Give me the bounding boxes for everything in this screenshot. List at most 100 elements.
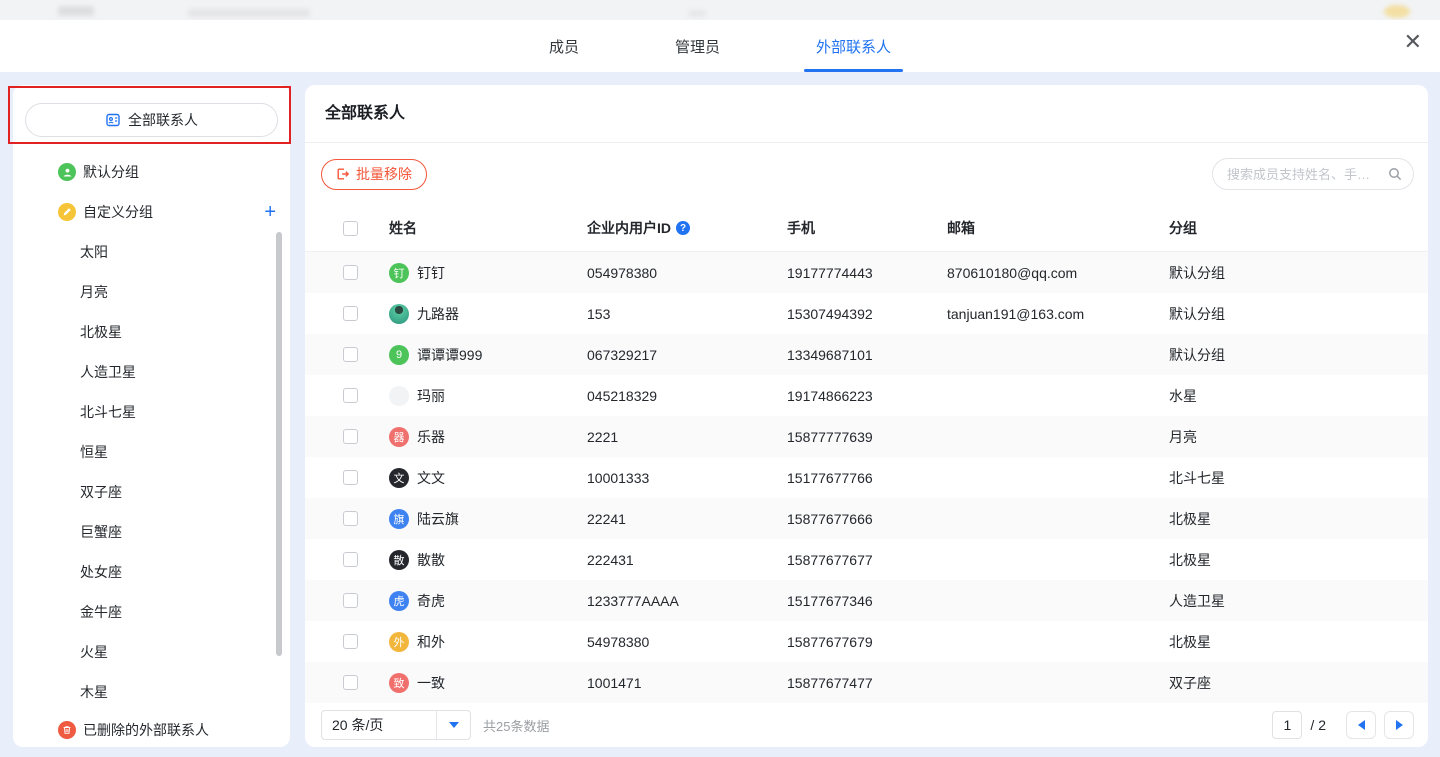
- contact-name-cell: 旗 陆云旗: [389, 509, 587, 529]
- tab-admins[interactable]: 管理员: [673, 20, 722, 72]
- table-row[interactable]: 文 文文 10001333 15177677766 北斗七星: [305, 457, 1428, 498]
- row-checkbox[interactable]: [343, 552, 358, 567]
- sidebar-item-group[interactable]: 月亮: [13, 272, 290, 312]
- sidebar-item-group[interactable]: 木星: [13, 672, 290, 712]
- table-row[interactable]: 散 散散 222431 15877677677 北极星: [305, 539, 1428, 580]
- sidebar-item-group[interactable]: 北斗七星: [13, 392, 290, 432]
- sidebar-item-group[interactable]: 巨蟹座: [13, 512, 290, 552]
- row-checkbox[interactable]: [343, 593, 358, 608]
- avatar: 9: [389, 345, 409, 365]
- sidebar-item-group[interactable]: 双子座: [13, 472, 290, 512]
- page-size-select[interactable]: 20 条/页: [321, 710, 471, 740]
- contact-group: 月亮: [1169, 427, 1428, 447]
- select-all-checkbox[interactable]: [343, 221, 358, 236]
- sidebar-item-group[interactable]: 处女座: [13, 552, 290, 592]
- sidebar-scrollbar[interactable]: [276, 232, 282, 656]
- sidebar-item-group[interactable]: 火星: [13, 632, 290, 672]
- page-number-input[interactable]: [1272, 711, 1302, 739]
- row-checkbox[interactable]: [343, 675, 358, 690]
- table-body: 钉 钉钉 054978380 19177774443 870610180@qq.…: [305, 252, 1428, 703]
- row-checkbox[interactable]: [343, 306, 358, 321]
- sidebar-item-group[interactable]: 人造卫星: [13, 352, 290, 392]
- sidebar-item-label: 巨蟹座: [80, 522, 122, 542]
- chevron-down-icon: [449, 722, 459, 728]
- row-checkbox[interactable]: [343, 347, 358, 362]
- contact-userid: 54978380: [587, 634, 787, 650]
- background-ghost: [188, 9, 310, 17]
- contact-userid: 1233777AAAA: [587, 593, 787, 609]
- table-row[interactable]: 致 一致 1001471 15877677477 双子座: [305, 662, 1428, 703]
- row-checkbox[interactable]: [343, 511, 358, 526]
- contact-phone: 15177677346: [787, 593, 947, 609]
- tab-external-contacts[interactable]: 外部联系人: [814, 20, 893, 72]
- column-header-name: 姓名: [389, 218, 587, 238]
- contact-phone: 15877677477: [787, 675, 947, 691]
- contact-phone: 15877677666: [787, 511, 947, 527]
- sidebar-item-group[interactable]: 恒星: [13, 432, 290, 472]
- column-header-group: 分组: [1169, 218, 1428, 238]
- sidebar-item-label: 自定义分组: [83, 202, 153, 222]
- contact-name: 一致: [417, 673, 445, 693]
- sidebar-item-group[interactable]: 金牛座: [13, 592, 290, 632]
- contact-phone: 19177774443: [787, 265, 947, 281]
- sidebar-item-label: 人造卫星: [80, 362, 136, 382]
- table-row[interactable]: 钉 钉钉 054978380 19177774443 870610180@qq.…: [305, 252, 1428, 293]
- table-row[interactable]: 虎 奇虎 1233777AAAA 15177677346 人造卫星: [305, 580, 1428, 621]
- total-count-label: 共25条数据: [483, 716, 549, 735]
- sidebar-item-group[interactable]: 北极星: [13, 312, 290, 352]
- batch-remove-button[interactable]: 批量移除: [321, 159, 427, 190]
- contact-group: 北极星: [1169, 550, 1428, 570]
- search-input[interactable]: [1227, 167, 1387, 182]
- contact-name: 谭谭谭999: [417, 345, 482, 365]
- row-checkbox[interactable]: [343, 265, 358, 280]
- table-row[interactable]: 旗 陆云旗 22241 15877677666 北极星: [305, 498, 1428, 539]
- sidebar-item-group[interactable]: 太阳: [13, 232, 290, 272]
- all-contacts-label: 全部联系人: [128, 110, 198, 130]
- row-checkbox[interactable]: [343, 429, 358, 444]
- table-row[interactable]: 玛丽 045218329 19174866223 水星: [305, 375, 1428, 416]
- avatar: 致: [389, 673, 409, 693]
- table-row[interactable]: 九路器 153 15307494392 tanjuan191@163.com 默…: [305, 293, 1428, 334]
- sidebar-item-label: 默认分组: [83, 162, 139, 182]
- avatar: 外: [389, 632, 409, 652]
- trash-icon: [58, 721, 76, 739]
- contact-group: 默认分组: [1169, 345, 1428, 365]
- sidebar-item-deleted-contacts[interactable]: 已删除的外部联系人: [13, 712, 290, 748]
- avatar: [389, 304, 409, 324]
- help-icon[interactable]: ?: [676, 221, 690, 235]
- batch-remove-label: 批量移除: [356, 164, 412, 184]
- contact-name: 和外: [417, 632, 445, 652]
- table-row[interactable]: 器 乐器 2221 15877777639 月亮: [305, 416, 1428, 457]
- sidebar-item-label: 金牛座: [80, 602, 122, 622]
- custom-group-list: 太阳 月亮 北极星 人造卫星 北斗七星 恒星: [13, 232, 290, 712]
- next-page-button[interactable]: [1384, 711, 1414, 739]
- tab-members[interactable]: 成员: [547, 20, 581, 72]
- avatar: 虎: [389, 591, 409, 611]
- contacts-sidebar: 全部联系人 默认分组 自定义分组 + 太阳 月亮: [13, 85, 290, 747]
- avatar: 钉: [389, 263, 409, 283]
- contact-name-cell: 虎 奇虎: [389, 591, 587, 611]
- toolbar: 批量移除: [305, 143, 1428, 205]
- search-icon[interactable]: [1387, 166, 1403, 182]
- row-checkbox[interactable]: [343, 634, 358, 649]
- page-total-label: / 2: [1310, 717, 1326, 733]
- column-header-email: 邮箱: [947, 218, 1169, 238]
- contact-phone: 15877677679: [787, 634, 947, 650]
- background-ghost: [1384, 5, 1410, 18]
- sidebar-item-label: 太阳: [80, 242, 108, 262]
- table-row[interactable]: 外 和外 54978380 15877677679 北极星: [305, 621, 1428, 662]
- sidebar-item-default-group[interactable]: 默认分组: [13, 152, 290, 192]
- add-group-icon[interactable]: +: [264, 202, 276, 222]
- sidebar-item-custom-group[interactable]: 自定义分组 +: [13, 192, 290, 232]
- contact-group: 水星: [1169, 386, 1428, 406]
- contact-name-cell: 致 一致: [389, 673, 587, 693]
- row-checkbox[interactable]: [343, 470, 358, 485]
- background-page-ghost: [0, 0, 1440, 20]
- row-checkbox[interactable]: [343, 388, 358, 403]
- contact-userid: 222431: [587, 552, 787, 568]
- prev-page-button[interactable]: [1346, 711, 1376, 739]
- contact-group: 北极星: [1169, 509, 1428, 529]
- table-row[interactable]: 9 谭谭谭999 067329217 13349687101 默认分组: [305, 334, 1428, 375]
- close-icon[interactable]: ✕: [1404, 31, 1422, 53]
- all-contacts-button[interactable]: 全部联系人: [25, 103, 278, 137]
